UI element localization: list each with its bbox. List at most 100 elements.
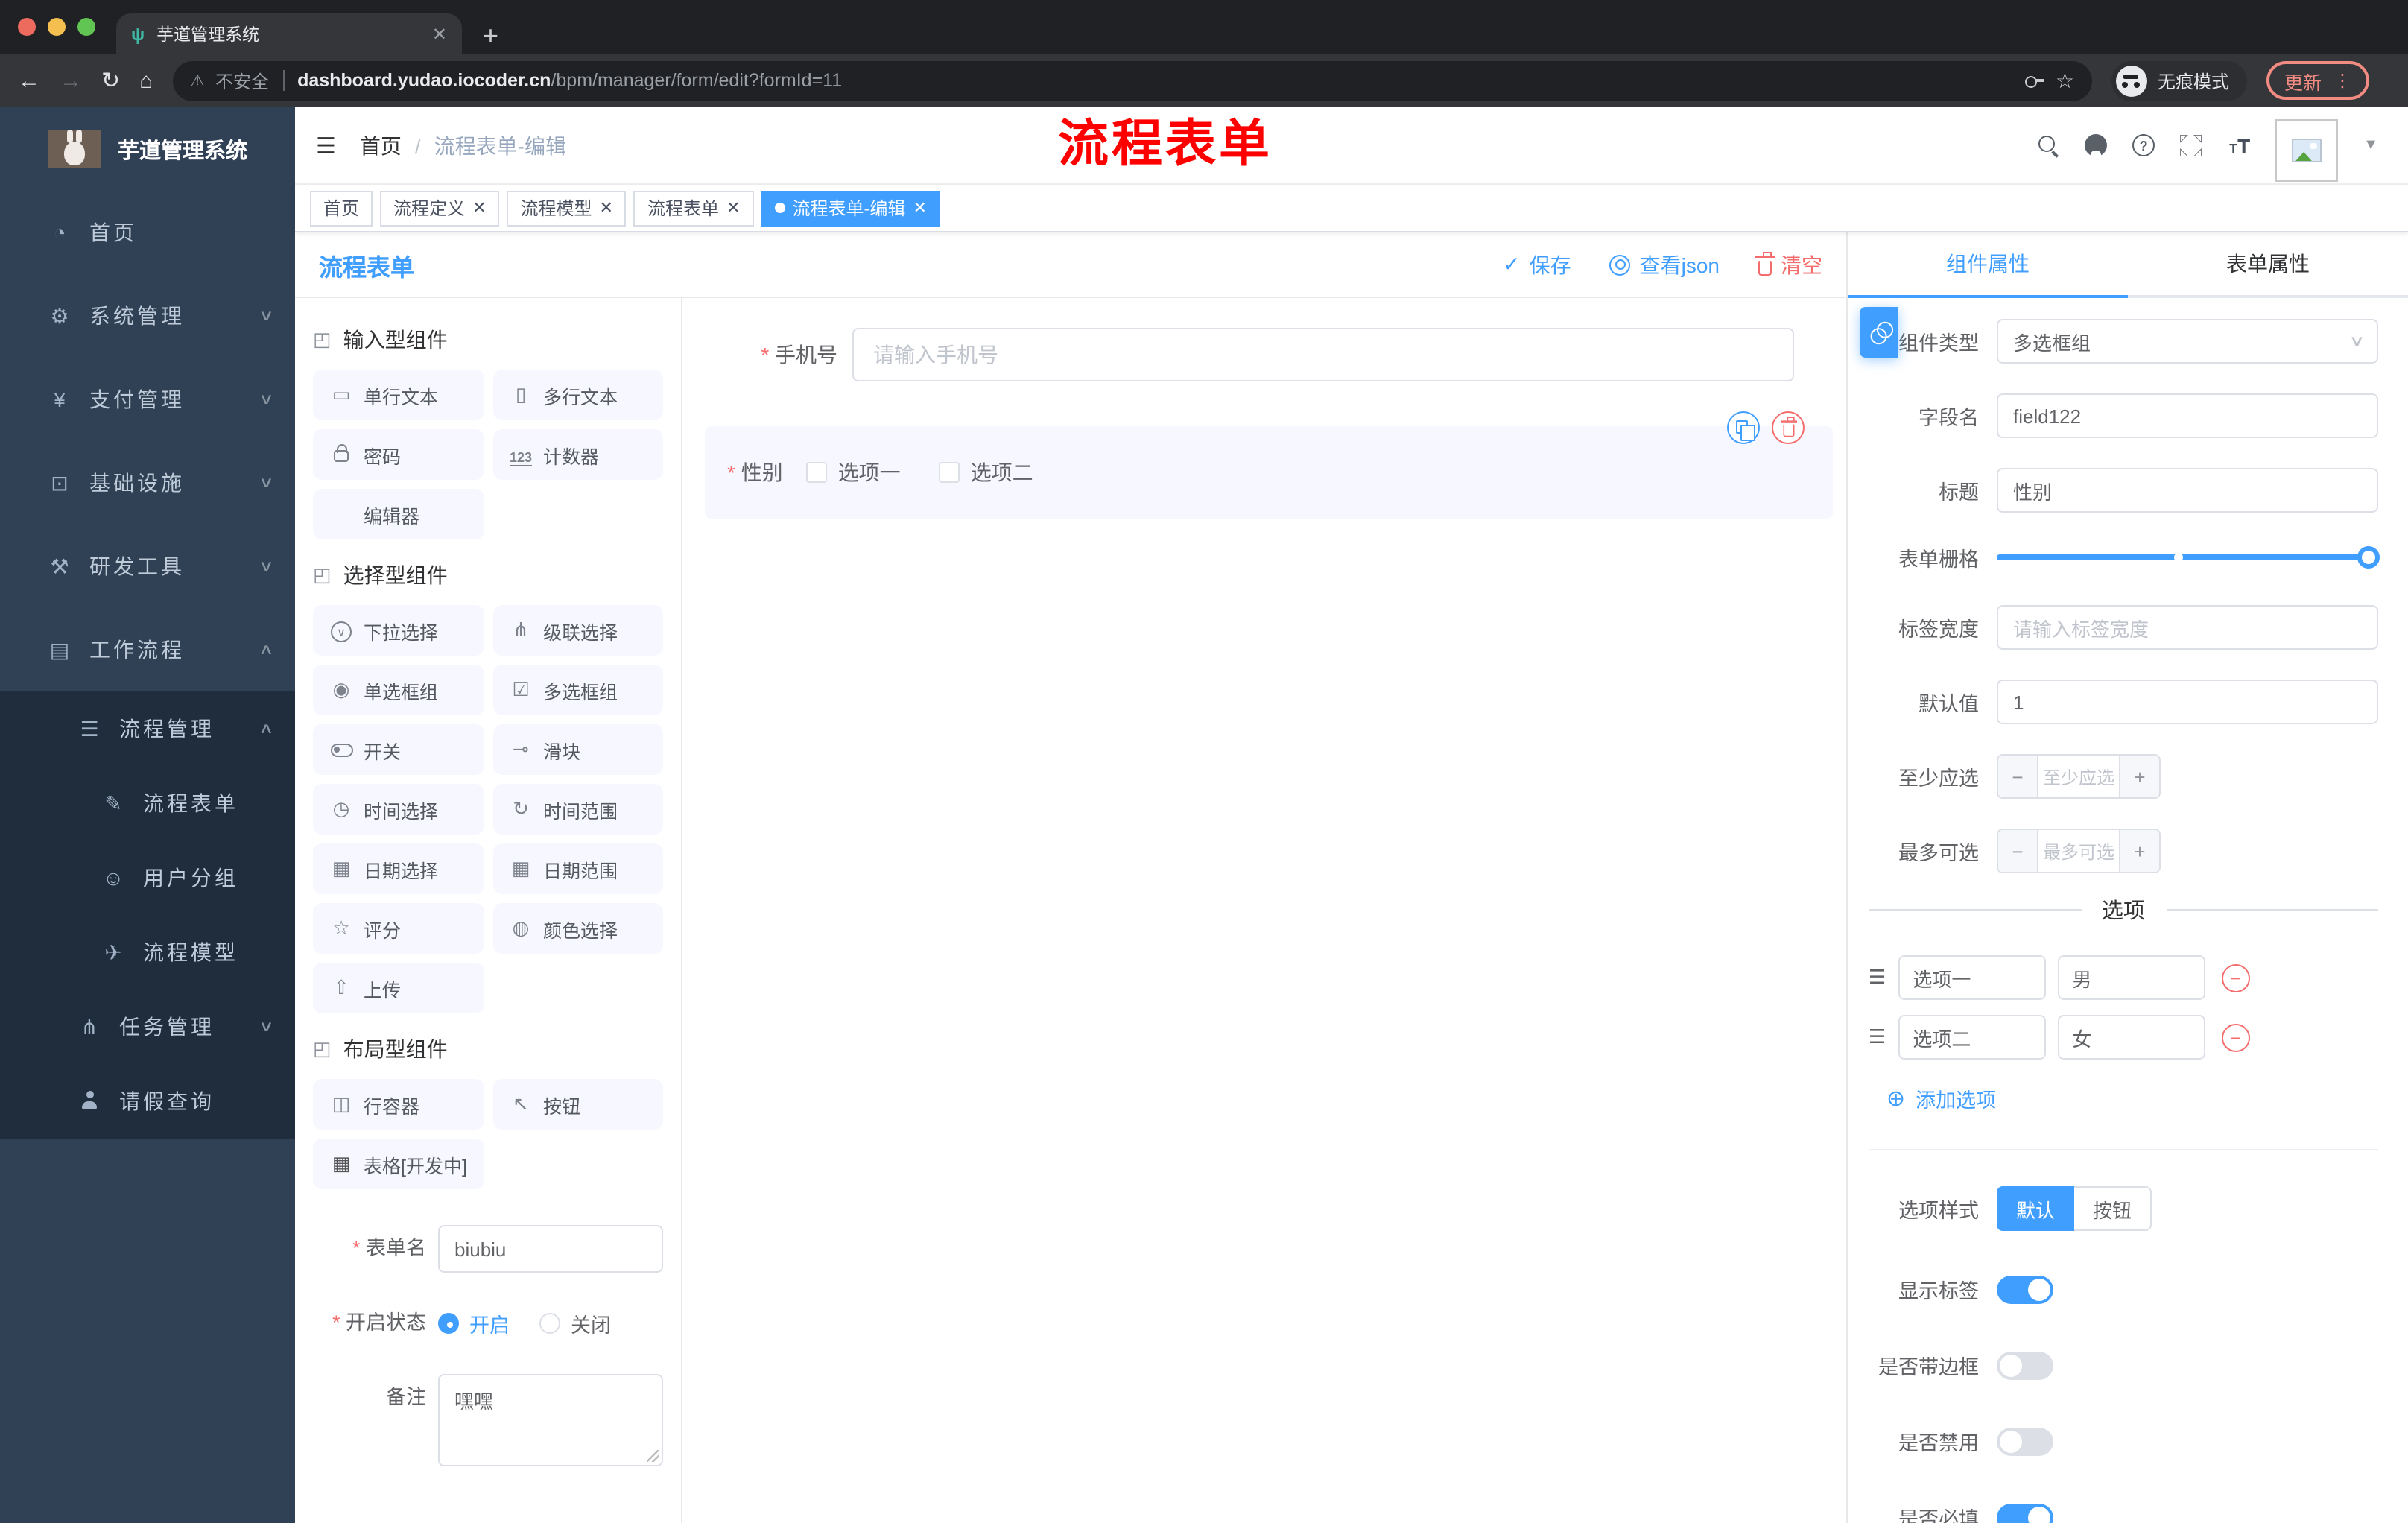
forward-icon[interactable]: →	[60, 69, 82, 92]
selected-component-block[interactable]: 性别 选项一 选项二	[705, 411, 1833, 519]
sidebar-item-8[interactable]: ☺ 用户分组	[0, 840, 295, 915]
gender-checkbox-1[interactable]	[806, 462, 828, 483]
increase-button[interactable]: +	[2120, 830, 2159, 872]
radio-on[interactable]	[438, 1313, 459, 1334]
component-item-timerange[interactable]: ↻ 时间范围	[492, 784, 663, 835]
toggle-switch-2[interactable]	[1997, 1427, 2053, 1455]
title-input[interactable]: 性别	[1997, 468, 2378, 513]
delete-component-button[interactable]	[1772, 411, 1805, 444]
user-menu-caret-icon[interactable]: ▼	[2363, 137, 2378, 153]
tag-close-icon[interactable]: ✕	[472, 198, 486, 218]
component-item-counter[interactable]: 123 计数器	[492, 429, 663, 480]
status-off-label[interactable]: 关闭	[571, 1308, 611, 1338]
toggle-switch-0[interactable]	[1997, 1275, 2053, 1303]
tag-1[interactable]: 流程定义 ✕	[380, 190, 500, 226]
github-icon[interactable]	[2085, 134, 2108, 158]
remove-option-button[interactable]: −	[2221, 963, 2250, 992]
gender-checkbox-2[interactable]	[939, 462, 960, 483]
component-type-select[interactable]: 多选框组 ∨	[1997, 319, 2378, 364]
font-size-icon[interactable]: TT	[2229, 133, 2250, 157]
remark-textarea[interactable]: 嘿嘿	[438, 1374, 663, 1466]
tag-2[interactable]: 流程模型 ✕	[507, 190, 627, 226]
form-name-input[interactable]: biubiu	[438, 1225, 663, 1273]
sidebar-item-7[interactable]: ✎ 流程表单	[0, 766, 295, 840]
phone-input[interactable]: 请输入手机号	[852, 328, 1794, 381]
component-item-slider[interactable]: ⊸ 滑块	[492, 724, 663, 775]
max-select-input[interactable]: 最多可选	[2037, 830, 2120, 872]
sidebar-item-2[interactable]: ¥ 支付管理 ∨	[0, 358, 295, 441]
component-item-upload[interactable]: ⇧ 上传	[313, 963, 484, 1013]
tab-component-props[interactable]: 组件属性	[1848, 232, 2128, 295]
sidebar-item-9[interactable]: ✈ 流程模型	[0, 915, 295, 990]
sidebar-logo[interactable]: 芋道管理系统	[0, 107, 295, 191]
label-width-input[interactable]: 请输入标签宽度	[1997, 605, 2378, 650]
component-item-input[interactable]: ▭ 单行文本	[313, 370, 484, 420]
sidebar-item-4[interactable]: ⚒ 研发工具 ∨	[0, 525, 295, 608]
drag-handle-icon[interactable]: ☰	[1869, 966, 1886, 990]
style-default-button[interactable]: 默认	[1997, 1186, 2075, 1231]
help-icon[interactable]: ?	[2132, 134, 2155, 156]
component-item-rate[interactable]: ☆ 评分	[313, 903, 484, 954]
option-label-input-1[interactable]: 选项二	[1898, 1015, 2046, 1060]
component-item-checkbox[interactable]: ☑ 多选框组	[492, 665, 663, 715]
tag-close-icon[interactable]: ✕	[600, 198, 613, 218]
status-on-label[interactable]: 开启	[469, 1308, 510, 1338]
data-binding-tag[interactable]	[1860, 307, 1898, 358]
style-button-button[interactable]: 按钮	[2074, 1186, 2152, 1231]
tag-close-icon[interactable]: ✕	[726, 198, 740, 218]
decrease-button[interactable]: −	[1998, 830, 2037, 872]
drag-handle-icon[interactable]: ☰	[1869, 1025, 1886, 1049]
component-item-cascade[interactable]: ⋔ 级联选择	[492, 605, 663, 656]
add-option-button[interactable]: ⊕ 添加选项	[1886, 1083, 2378, 1113]
field-name-input[interactable]: field122	[1997, 393, 2378, 438]
toggle-switch-3[interactable]	[1997, 1503, 2053, 1523]
component-item-date[interactable]: ▦ 日期选择	[313, 843, 484, 894]
component-item-daterange[interactable]: ▦ 日期范围	[492, 843, 663, 894]
bookmark-star-icon[interactable]: ☆	[2056, 68, 2074, 93]
component-item-radio[interactable]: ◉ 单选框组	[313, 665, 484, 715]
option-value-input-0[interactable]: 男	[2057, 955, 2205, 1000]
fullscreen-icon[interactable]: ◸ ◹ ◺ ◿	[2180, 133, 2204, 157]
update-browser-button[interactable]: 更新 ⋮	[2266, 61, 2369, 100]
home-icon[interactable]: ⌂	[139, 69, 153, 92]
tab-close-icon[interactable]: ✕	[432, 23, 447, 44]
min-select-input[interactable]: 至少应选	[2037, 756, 2120, 797]
sidebar-item-5[interactable]: ▤ 工作流程 ∧	[0, 608, 295, 691]
view-json-button[interactable]: 查看json	[1609, 250, 1720, 279]
option-label-input-0[interactable]: 选项一	[1898, 955, 2046, 1000]
sidebar-item-10[interactable]: ⋔ 任务管理 ∨	[0, 990, 295, 1064]
decrease-button[interactable]: −	[1998, 756, 2037, 797]
password-key-icon[interactable]	[2025, 74, 2045, 87]
sidebar-item-1[interactable]: ⚙ 系统管理 ∨	[0, 274, 295, 358]
address-bar[interactable]: ⚠ 不安全 dashboard.yudao.iocoder.cn/bpm/man…	[172, 60, 2092, 101]
search-icon[interactable]	[2038, 135, 2059, 156]
tag-3[interactable]: 流程表单 ✕	[633, 190, 754, 226]
component-item-table[interactable]: ▦ 表格[开发中]	[313, 1139, 484, 1189]
radio-off[interactable]	[539, 1313, 560, 1334]
tag-0[interactable]: 首页	[310, 190, 373, 226]
slider-handle[interactable]	[2357, 546, 2380, 569]
clear-button[interactable]: 清空	[1755, 250, 1822, 279]
breadcrumb-home[interactable]: 首页	[360, 130, 402, 160]
component-item-time[interactable]: ◷ 时间选择	[313, 784, 484, 835]
gender-option-1-label[interactable]: 选项一	[838, 457, 901, 487]
copy-component-button[interactable]	[1727, 411, 1760, 444]
tab-form-props[interactable]: 表单属性	[2128, 232, 2408, 295]
component-item-row[interactable]: ◫ 行容器	[313, 1079, 484, 1130]
sidebar-item-6[interactable]: ☰ 流程管理 ∧	[0, 691, 295, 766]
collapse-sidebar-icon[interactable]: ☰	[316, 132, 336, 159]
gender-option-2-label[interactable]: 选项二	[971, 457, 1033, 487]
new-tab-button[interactable]: +	[483, 22, 498, 49]
browser-tab[interactable]: ψ 芋道管理系统 ✕	[116, 13, 462, 54]
component-item-color[interactable]: ◍ 颜色选择	[492, 903, 663, 954]
minimize-window-button[interactable]	[48, 18, 66, 36]
remove-option-button[interactable]: −	[2221, 1023, 2250, 1051]
component-item-textarea[interactable]: ▯ 多行文本	[492, 370, 663, 420]
increase-button[interactable]: +	[2120, 756, 2159, 797]
back-icon[interactable]: ←	[18, 69, 40, 92]
component-item-switch[interactable]: 开关	[313, 724, 484, 775]
component-item-button[interactable]: ↖ 按钮	[492, 1079, 663, 1130]
sidebar-item-3[interactable]: ⊡ 基础设施 ∨	[0, 441, 295, 525]
save-button[interactable]: ✓ 保存	[1503, 250, 1571, 279]
avatar[interactable]	[2275, 118, 2339, 181]
